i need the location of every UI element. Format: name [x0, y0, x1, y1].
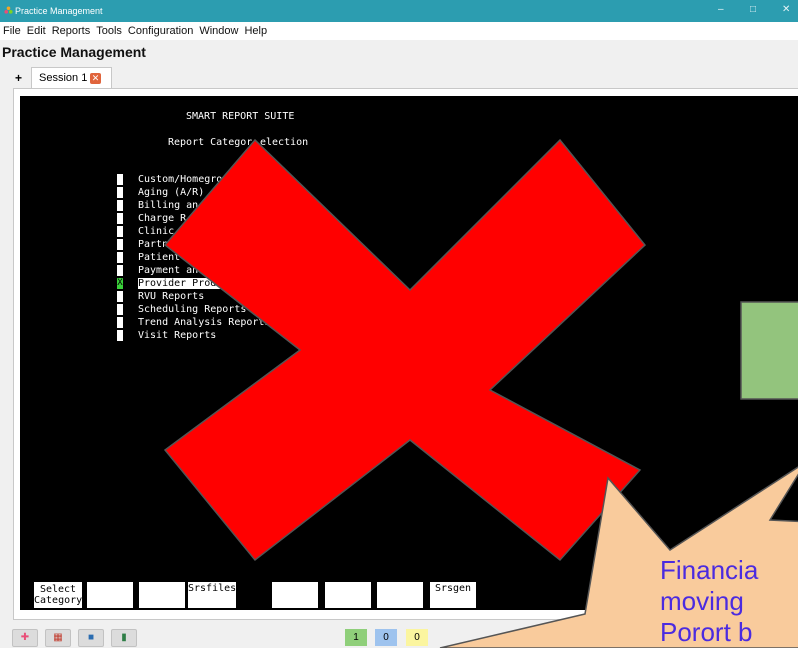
category-item[interactable]: Custom/Homegro — [138, 174, 222, 185]
calendar-icon[interactable]: ▦ — [45, 629, 71, 647]
category-item[interactable]: Trend Analysis Reports — [138, 317, 270, 328]
menu-reports[interactable]: Reports — [49, 22, 94, 37]
fkey-empty[interactable] — [87, 582, 133, 608]
menu-marker[interactable] — [117, 213, 123, 224]
callout-line: moving — [660, 586, 744, 616]
menu-window[interactable]: Window — [196, 22, 241, 37]
puzzle-icon[interactable]: ✚ — [12, 629, 38, 647]
document-icon[interactable]: ■ — [78, 629, 104, 647]
menu-tools[interactable]: Tools — [93, 22, 125, 37]
maximize-icon[interactable]: □ — [750, 4, 756, 15]
status-badge-green[interactable]: 1 — [345, 629, 367, 646]
close-tab-icon[interactable]: ✕ — [90, 73, 101, 84]
category-item[interactable]: Aging (A/R) — [138, 187, 210, 198]
terminal-screen[interactable]: SMART REPORT SUITE Report Categor electi… — [20, 96, 798, 610]
fkey-empty[interactable] — [325, 582, 371, 608]
menu-marker[interactable] — [117, 200, 123, 211]
category-item[interactable]: Visit Reports — [138, 330, 216, 341]
app-logo-icon — [4, 6, 13, 14]
category-item[interactable]: Payment and — [138, 265, 204, 276]
category-item[interactable]: Scheduling Reports — [138, 304, 246, 315]
session-tabs: + Session 1 ✕ — [0, 66, 798, 89]
tab-session-1[interactable]: Session 1 ✕ — [31, 67, 112, 89]
menu-marker[interactable] — [117, 265, 123, 276]
category-item[interactable]: Charge R — [138, 213, 186, 224]
tab-session-label: Session 1 — [39, 72, 88, 84]
menu-marker[interactable] — [117, 174, 123, 185]
menu-help[interactable]: Help — [241, 22, 270, 37]
fkey-srsgen[interactable]: Srsgen — [430, 582, 476, 608]
status-badge-yellow[interactable]: 0 — [406, 629, 428, 646]
callout-line: Porort b — [660, 617, 753, 647]
selected-marker[interactable]: X — [117, 278, 123, 289]
fkey-select-category[interactable]: Select Category — [34, 582, 82, 608]
terminal-header: SMART REPORT SUITE — [186, 111, 295, 122]
menu-marker[interactable] — [117, 317, 123, 328]
fkey-empty[interactable] — [377, 582, 423, 608]
fkey-empty[interactable] — [139, 582, 185, 608]
menu-marker[interactable] — [117, 330, 123, 341]
page-title: Practice Management — [2, 44, 146, 60]
fkey-srsfiles[interactable]: Srsfiles — [188, 582, 236, 608]
callout-line: Financia — [660, 555, 759, 585]
menu-marker[interactable] — [117, 304, 123, 315]
category-item[interactable]: Partn — [138, 239, 168, 250]
category-item[interactable]: RVU Reports — [138, 291, 204, 302]
category-item-selected[interactable]: Provider Produ — [138, 278, 223, 289]
menu-marker[interactable] — [117, 239, 123, 250]
menu-marker[interactable] — [117, 226, 123, 237]
category-item[interactable]: Patient — [138, 252, 180, 263]
title-bar: Practice Management – □ ✕ — [0, 0, 798, 22]
add-session-button[interactable]: + — [15, 71, 22, 85]
menu-edit[interactable]: Edit — [24, 22, 49, 37]
category-item[interactable]: Clinic — [138, 226, 174, 237]
menu-bar: File Edit Reports Tools Configuration Window H… — [0, 22, 798, 40]
chart-icon[interactable]: ▮ — [111, 629, 137, 647]
close-icon[interactable]: ✕ — [782, 4, 790, 15]
menu-configuration[interactable]: Configuration — [125, 22, 196, 37]
terminal-subheader-right: election — [260, 137, 309, 148]
terminal-subheader-left: Report Categor — [168, 137, 253, 148]
callout-text: Financia moving Porort b — [660, 555, 758, 648]
window-title: Practice Management — [15, 6, 103, 16]
menu-marker[interactable] — [117, 291, 123, 302]
menu-marker[interactable] — [117, 187, 123, 198]
menu-marker[interactable] — [117, 252, 123, 263]
menu-file[interactable]: File — [0, 22, 24, 37]
app-window: Practice Management – □ ✕ File Edit Report… — [0, 0, 798, 648]
status-badge-blue[interactable]: 0 — [375, 629, 397, 646]
minimize-icon[interactable]: – — [718, 4, 724, 15]
category-item[interactable]: Billing an — [138, 200, 198, 211]
fkey-empty[interactable] — [272, 582, 318, 608]
